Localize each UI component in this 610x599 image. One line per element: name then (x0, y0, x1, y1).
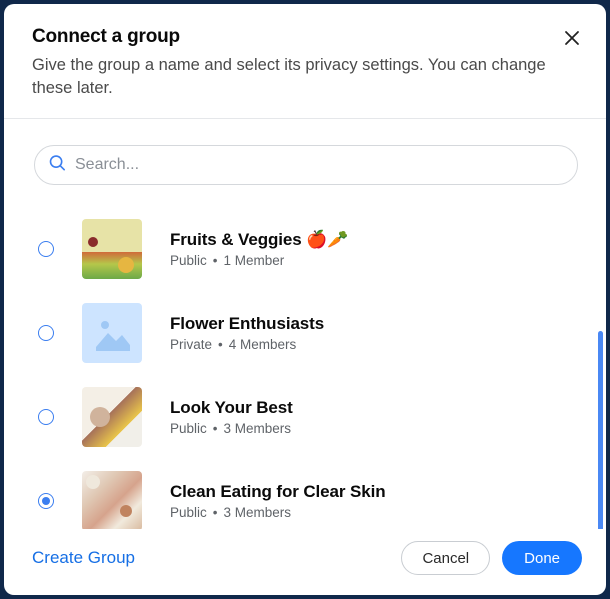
meta-separator: • (213, 253, 218, 268)
group-radio[interactable] (38, 409, 54, 425)
group-meta: Private • 4 Members (170, 337, 324, 352)
group-meta: Public • 3 Members (170, 421, 293, 436)
group-members: 4 Members (229, 337, 297, 352)
cancel-button[interactable]: Cancel (401, 541, 490, 575)
group-members: 3 Members (224, 505, 292, 520)
group-title: Flower Enthusiasts (170, 314, 324, 334)
meta-separator: • (218, 337, 223, 352)
group-radio[interactable] (38, 325, 54, 341)
search-wrap (34, 145, 578, 185)
group-meta: Public • 1 Member (170, 253, 348, 268)
connect-group-modal: Connect a group Give the group a name an… (4, 4, 606, 595)
done-button[interactable]: Done (502, 541, 582, 575)
group-members: 3 Members (224, 421, 292, 436)
scrollbar[interactable] (598, 331, 603, 529)
group-title: Fruits & Veggies 🍎🥕 (170, 230, 348, 250)
group-text: Flower Enthusiasts Private • 4 Members (170, 314, 324, 352)
search-input[interactable] (34, 145, 578, 185)
group-members: 1 Member (224, 253, 285, 268)
group-privacy: Private (170, 337, 212, 352)
meta-separator: • (213, 505, 218, 520)
modal-subtitle: Give the group a name and select its pri… (32, 54, 552, 100)
group-text: Look Your Best Public • 3 Members (170, 398, 293, 436)
modal-header: Connect a group Give the group a name an… (4, 4, 606, 119)
group-text: Clean Eating for Clear Skin Public • 3 Memb… (170, 482, 386, 520)
meta-separator: • (213, 421, 218, 436)
group-text: Fruits & Veggies 🍎🥕 Public • 1 Member (170, 230, 348, 268)
group-radio[interactable] (38, 241, 54, 257)
modal-title: Connect a group (32, 26, 578, 48)
group-privacy: Public (170, 421, 207, 436)
group-item[interactable]: Look Your Best Public • 3 Members (38, 375, 578, 459)
group-thumbnail (82, 387, 142, 447)
group-title: Clean Eating for Clear Skin (170, 482, 386, 502)
close-button[interactable] (560, 26, 584, 50)
group-thumbnail (82, 219, 142, 279)
group-item[interactable]: Flower Enthusiasts Private • 4 Members (38, 291, 578, 375)
group-thumbnail (82, 471, 142, 529)
create-group-link[interactable]: Create Group (32, 548, 135, 568)
group-title: Look Your Best (170, 398, 293, 418)
group-privacy: Public (170, 253, 207, 268)
group-meta: Public • 3 Members (170, 505, 386, 520)
groups-list: Fruits & Veggies 🍎🥕 Public • 1 Member Flower… (38, 207, 578, 529)
modal-body: Fruits & Veggies 🍎🥕 Public • 1 Member Flower… (4, 119, 606, 529)
group-item[interactable]: Clean Eating for Clear Skin Public • 3 Memb… (38, 459, 578, 529)
group-item[interactable]: Fruits & Veggies 🍎🥕 Public • 1 Member (38, 207, 578, 291)
modal-footer: Create Group Cancel Done (4, 529, 606, 595)
close-icon (564, 30, 580, 46)
group-radio[interactable] (38, 493, 54, 509)
group-privacy: Public (170, 505, 207, 520)
image-placeholder-icon (92, 313, 132, 353)
group-thumbnail (82, 303, 142, 363)
